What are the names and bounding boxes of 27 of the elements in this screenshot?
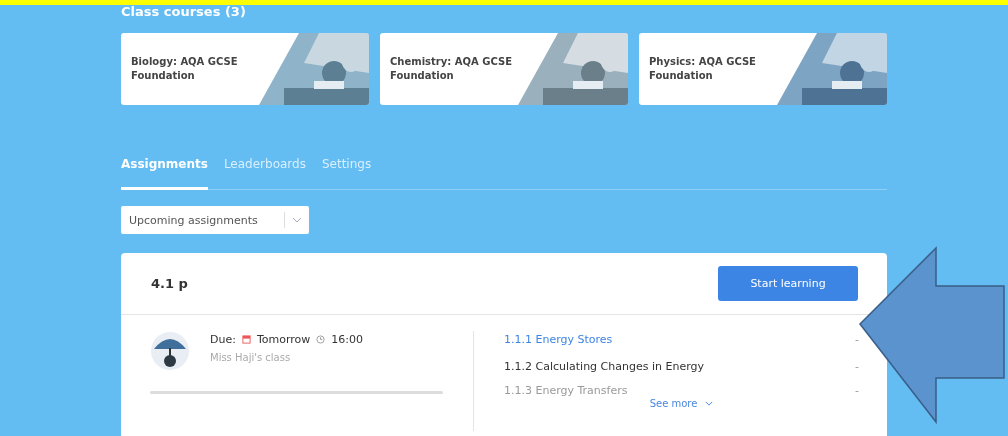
class-name: Miss Haji's class [210,352,292,363]
filter-dropdown[interactable]: Upcoming assignments [121,206,309,234]
assignment-title: 4.1 p [151,276,188,291]
course-title: Physics: AQA GCSE Foundation [648,55,757,83]
course-card[interactable]: Physics: AQA GCSE Foundation [639,33,887,105]
due-time: 16:00 [331,333,363,346]
topic-mark: - [855,332,859,348]
start-learning-button[interactable]: Start learning [718,266,858,301]
tab[interactable]: Assignments [121,153,208,190]
avatar-icon [150,331,190,371]
chevron-down-icon [705,401,714,406]
topic-mark: - [855,385,859,397]
topic-mark: - [855,359,859,375]
calendar-icon [241,335,251,344]
see-more-link[interactable]: See more [649,398,698,409]
due-label: Due: [210,333,236,346]
section-heading: Class courses (3) [121,5,247,19]
topic-link[interactable]: 1.1.2 Calculating Changes in Energy [504,358,704,376]
topic-link[interactable]: 1.1.1 Energy Stores [504,331,613,349]
due-day: Tomorrow [256,333,311,346]
course-title: Chemistry: AQA GCSE Foundation [389,55,513,83]
chevron-down-icon [292,217,302,223]
course-card[interactable]: Biology: AQA GCSE Foundation [121,33,369,105]
course-card[interactable]: Chemistry: AQA GCSE Foundation [380,33,628,105]
clock-icon [316,335,326,344]
course-title: Biology: AQA GCSE Foundation [130,55,239,83]
topic-link[interactable]: 1.1.3 Energy Transfers [504,385,628,397]
